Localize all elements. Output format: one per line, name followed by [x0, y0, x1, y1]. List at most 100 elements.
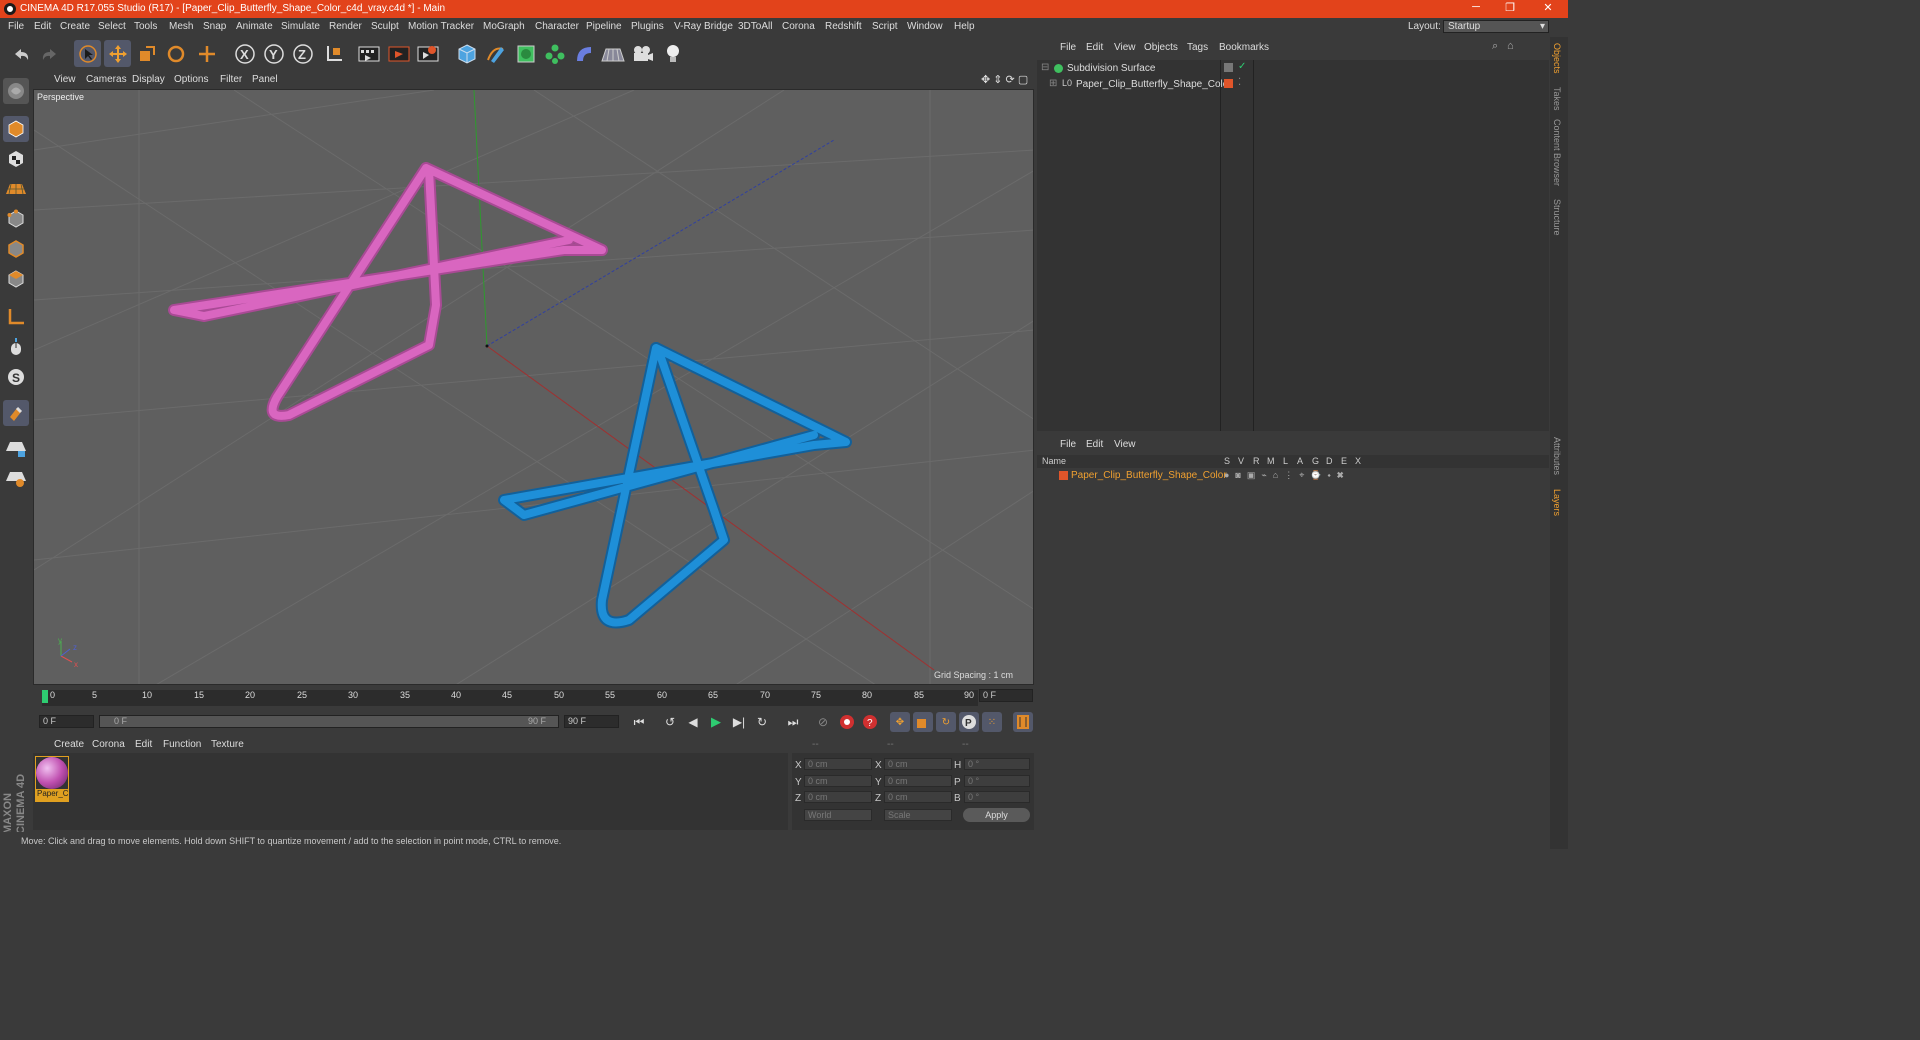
- live-selection-icon[interactable]: [74, 40, 101, 67]
- layer-menu-file[interactable]: File: [1060, 439, 1076, 450]
- layer-menu-view[interactable]: View: [1114, 439, 1136, 450]
- coordinate-system-icon[interactable]: [320, 40, 347, 67]
- restore-icon[interactable]: ❐: [1500, 1, 1520, 17]
- menu-character[interactable]: Character: [535, 21, 579, 32]
- collapse-icon[interactable]: ⊟: [1041, 62, 1049, 73]
- layer-name[interactable]: Paper_Clip_Butterfly_Shape_Color: [1071, 470, 1227, 481]
- cloner-icon[interactable]: [541, 40, 568, 67]
- close-icon[interactable]: ✕: [1538, 1, 1558, 17]
- material-tag-icon[interactable]: [1224, 79, 1233, 88]
- key-parameter-icon[interactable]: P: [959, 712, 979, 732]
- current-frame-field[interactable]: 0 F: [979, 689, 1033, 702]
- floor-scene-icon[interactable]: [599, 40, 626, 67]
- render-picture-viewer-icon[interactable]: [385, 40, 412, 67]
- menu-help[interactable]: Help: [954, 21, 975, 32]
- rot-h-field[interactable]: 0 °: [964, 758, 1030, 770]
- autokey-icon[interactable]: [837, 712, 857, 732]
- go-to-start-icon[interactable]: ⏮: [629, 712, 649, 732]
- mat-menu-function[interactable]: Function: [163, 739, 201, 750]
- menu-mograph[interactable]: MoGraph: [483, 21, 525, 32]
- scale-tool-icon[interactable]: [133, 40, 160, 67]
- step-back-icon[interactable]: ◀: [683, 712, 703, 732]
- menu-window[interactable]: Window: [907, 21, 943, 32]
- menu-redshift[interactable]: Redshift: [825, 21, 862, 32]
- pos-z-field[interactable]: 0 cm: [804, 791, 872, 803]
- enabled-check-icon[interactable]: ✓: [1238, 61, 1246, 72]
- vp-menu-display[interactable]: Display: [132, 74, 165, 85]
- snap-toggle-icon[interactable]: S: [3, 364, 29, 390]
- polygons-mode-icon[interactable]: [3, 266, 29, 292]
- apply-button[interactable]: Apply: [963, 808, 1030, 822]
- axis-mode-icon[interactable]: [3, 304, 29, 330]
- light-icon[interactable]: [659, 40, 686, 67]
- playhead[interactable]: [42, 690, 48, 703]
- mat-menu-create[interactable]: Create: [54, 739, 84, 750]
- next-key-icon[interactable]: ↻: [752, 712, 772, 732]
- layout-dropdown[interactable]: Startup ▾: [1443, 20, 1549, 33]
- menu-corona[interactable]: Corona: [782, 21, 815, 32]
- lock-workplane-icon[interactable]: [3, 436, 29, 462]
- key-rotation-icon[interactable]: ↻: [936, 712, 956, 732]
- menu-pipeline[interactable]: Pipeline: [586, 21, 622, 32]
- edges-mode-icon[interactable]: [3, 236, 29, 262]
- planar-workplane-icon[interactable]: [3, 466, 29, 492]
- start-frame-field[interactable]: 0 F: [39, 715, 94, 728]
- render-settings-icon[interactable]: [414, 40, 441, 67]
- pos-y-field[interactable]: 0 cm: [804, 775, 872, 787]
- menu-animate[interactable]: Animate: [236, 21, 273, 32]
- tab-structure[interactable]: Structure: [1552, 199, 1562, 236]
- undo-icon[interactable]: [7, 40, 34, 67]
- subdivision-surface-icon[interactable]: [512, 40, 539, 67]
- magnet-icon[interactable]: [3, 400, 29, 426]
- menu-create[interactable]: Create: [60, 21, 90, 32]
- pen-spline-icon[interactable]: [482, 40, 509, 67]
- obj-menu-tags[interactable]: Tags: [1187, 42, 1208, 53]
- camera-icon[interactable]: [629, 40, 656, 67]
- layer-menu-edit[interactable]: Edit: [1086, 439, 1103, 450]
- obj-menu-objects[interactable]: Objects: [1144, 42, 1178, 53]
- menu-plugins[interactable]: Plugins: [631, 21, 664, 32]
- obj-menu-edit[interactable]: Edit: [1086, 42, 1103, 53]
- menu-snap[interactable]: Snap: [203, 21, 226, 32]
- tab-objects[interactable]: Objects: [1552, 43, 1562, 74]
- minimize-icon[interactable]: ─: [1466, 1, 1486, 17]
- render-view-icon[interactable]: [355, 40, 382, 67]
- rot-p-field[interactable]: 0 °: [964, 775, 1030, 787]
- material-swatch[interactable]: Paper_C: [35, 756, 69, 802]
- key-pla-icon[interactable]: ⁙: [982, 712, 1002, 732]
- expand-icon[interactable]: ⊞: [1049, 78, 1057, 89]
- record-disabled-icon[interactable]: ⊘: [813, 712, 833, 732]
- blue-paper-clip[interactable]: [498, 342, 852, 629]
- timeline-window-icon[interactable]: [1013, 712, 1033, 732]
- object-row-subdivision[interactable]: ⊟ Subdivision Surface ✓: [1037, 61, 1549, 76]
- perspective-viewport[interactable]: Perspective y x z Grid Spacing : 1 cm: [33, 89, 1034, 685]
- layer-color-swatch[interactable]: [1059, 471, 1068, 480]
- z-axis-lock-icon[interactable]: Z: [289, 40, 316, 67]
- mat-menu-edit[interactable]: Edit: [135, 739, 152, 750]
- rot-b-field[interactable]: 0 °: [964, 791, 1030, 803]
- menu-render[interactable]: Render: [329, 21, 362, 32]
- mat-menu-corona[interactable]: Corona: [92, 739, 125, 750]
- vp-menu-view[interactable]: View: [54, 74, 76, 85]
- scale-dropdown[interactable]: Scale: [884, 809, 952, 821]
- size-z-field[interactable]: 0 cm: [884, 791, 952, 803]
- go-to-end-icon[interactable]: ⏭: [783, 712, 803, 732]
- world-dropdown[interactable]: World: [804, 809, 872, 821]
- obj-menu-view[interactable]: View: [1114, 42, 1136, 53]
- move-tool-icon[interactable]: [104, 40, 131, 67]
- layer-icon[interactable]: [1224, 63, 1233, 72]
- step-forward-icon[interactable]: ▶|: [729, 712, 749, 732]
- end-frame-field[interactable]: 90 F: [564, 715, 619, 728]
- rotate-tool-icon[interactable]: [162, 40, 189, 67]
- points-mode-icon[interactable]: [3, 206, 29, 232]
- vp-menu-filter[interactable]: Filter: [220, 74, 242, 85]
- menu-simulate[interactable]: Simulate: [281, 21, 320, 32]
- timeline-ruler[interactable]: 0 5 10 15 20 25 30 35 40 45 50 55 60 65 …: [42, 690, 978, 706]
- texture-mode-icon[interactable]: [3, 146, 29, 172]
- y-axis-lock-icon[interactable]: Y: [260, 40, 287, 67]
- menu-sculpt[interactable]: Sculpt: [371, 21, 399, 32]
- menu-3dtoall[interactable]: 3DToAll: [738, 21, 772, 32]
- size-y-field[interactable]: 0 cm: [884, 775, 952, 787]
- make-editable-icon[interactable]: [3, 78, 29, 104]
- recent-tools-icon[interactable]: [193, 40, 220, 67]
